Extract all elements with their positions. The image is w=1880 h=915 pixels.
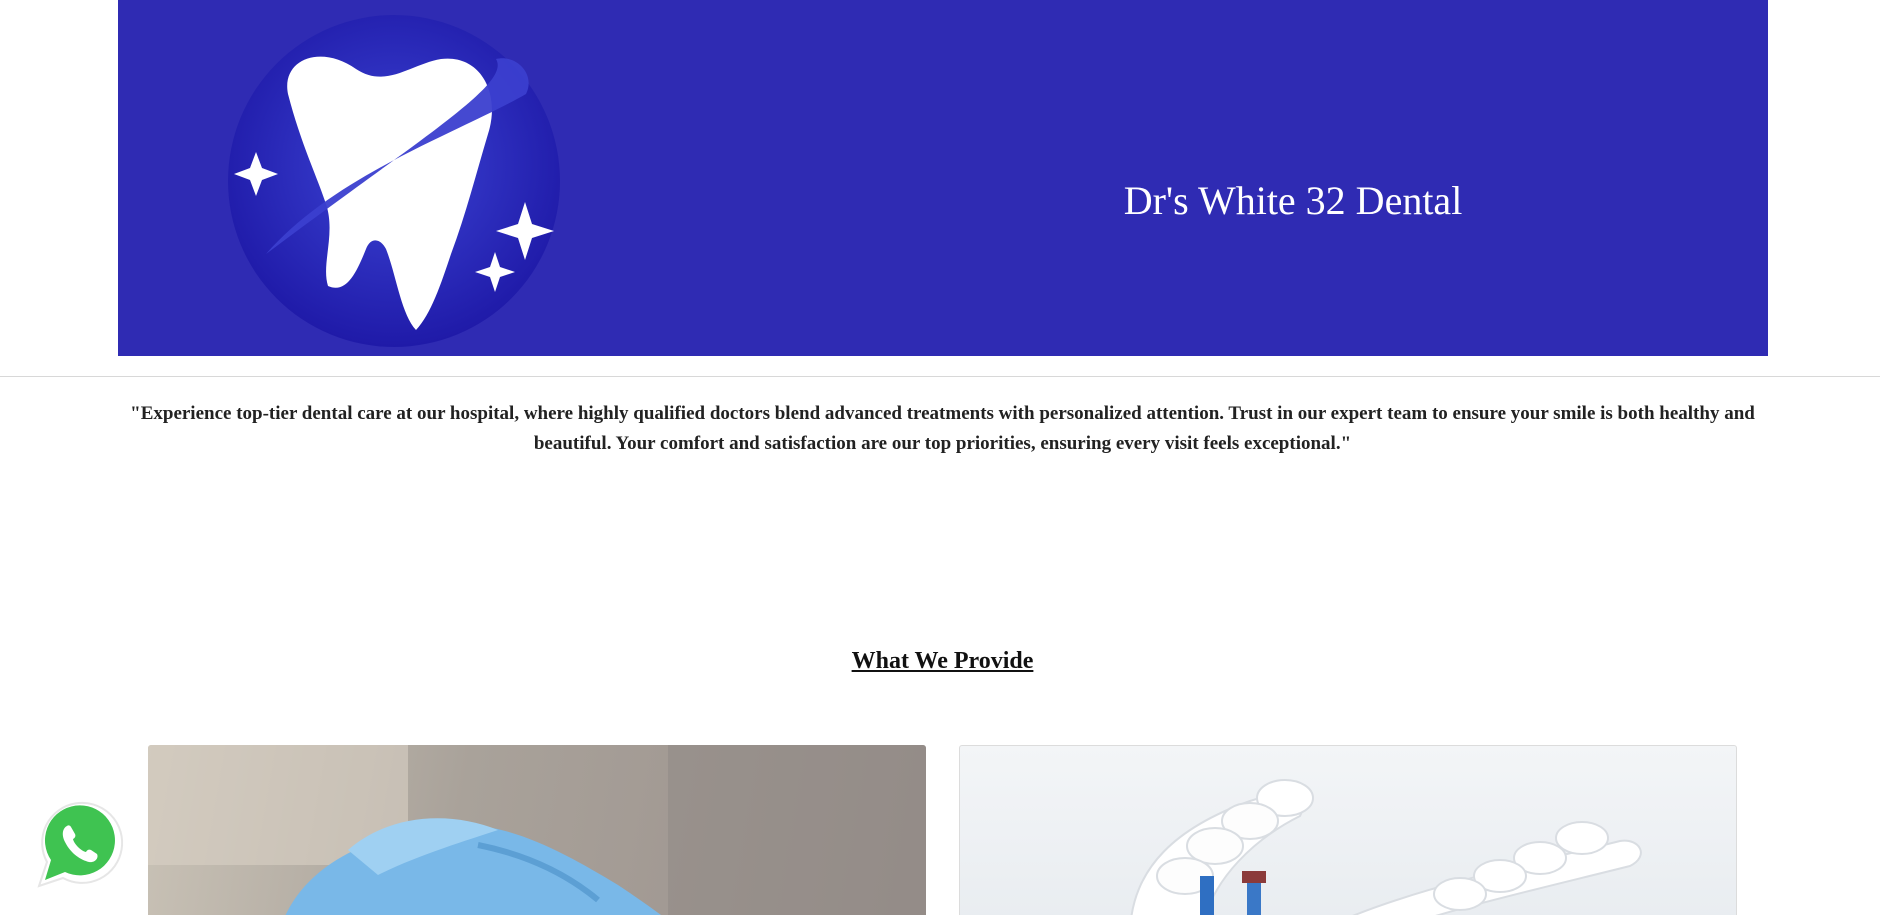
whatsapp-button[interactable] [29,796,125,892]
service-card[interactable] [959,745,1737,915]
service-card[interactable] [148,745,926,915]
divider [0,376,1880,377]
header-banner: Dr's White 32 Dental [118,0,1768,356]
tagline: "Experience top-tier dental care at our … [130,403,1755,454]
dental-implant-bridge-photo [1130,779,1642,915]
page: Dr's White 32 Dental "Experience top-tie… [0,0,1880,915]
site-title: Dr's White 32 Dental [118,177,1768,224]
whatsapp-icon [35,798,124,888]
gloved-hand-dental-photo [148,745,926,915]
services-heading: What We Provide [851,648,1034,674]
site-title-text: Dr's White 32 Dental [1123,177,1463,223]
